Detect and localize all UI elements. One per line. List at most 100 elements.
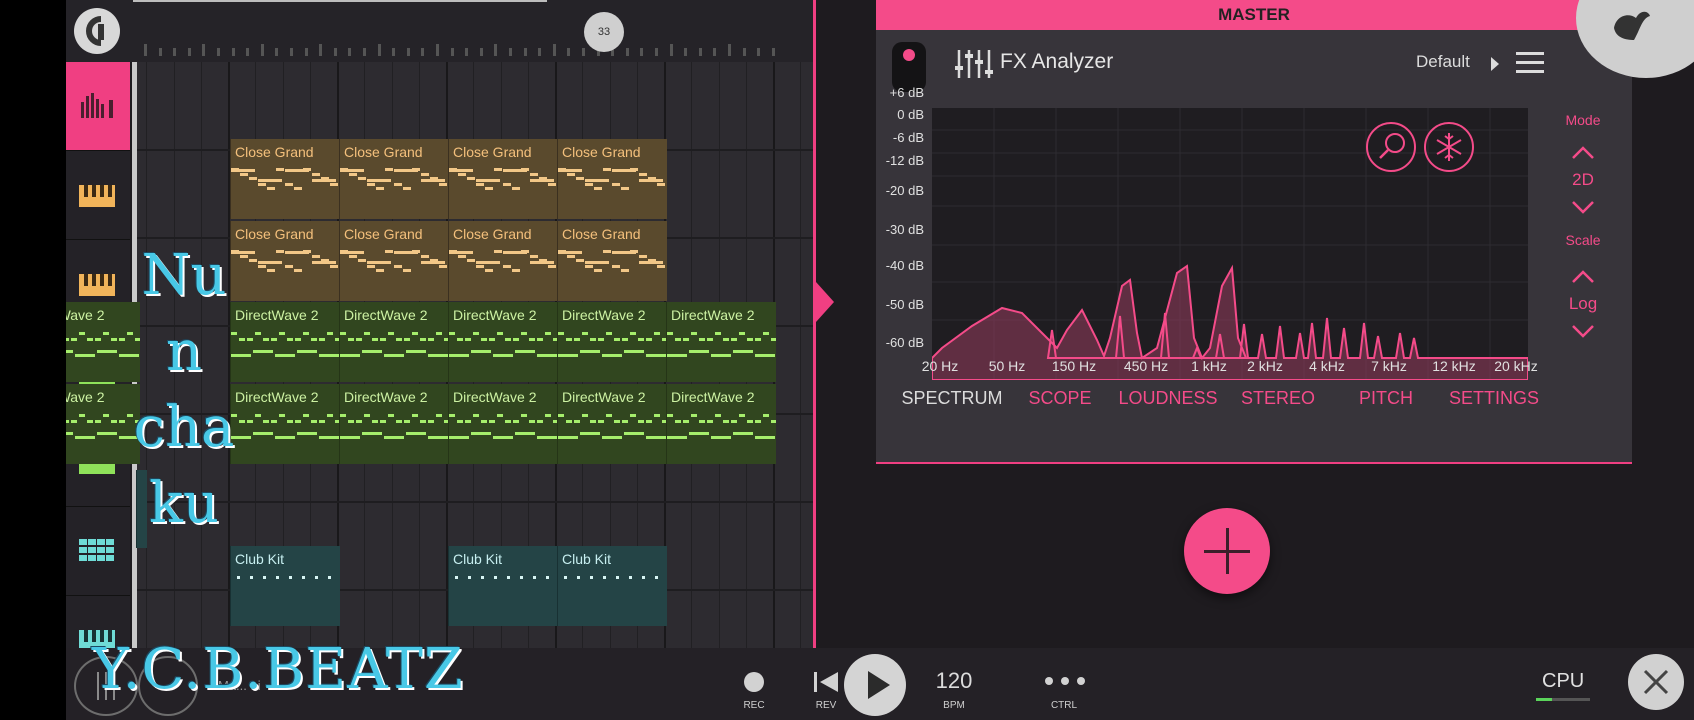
zoom-button[interactable] — [1366, 122, 1416, 172]
scale-value[interactable]: Log — [1548, 294, 1618, 314]
midi-note — [471, 432, 491, 435]
clip-label: Close Grand — [344, 144, 423, 160]
hz-tick-label: 2 kHz — [1247, 358, 1283, 374]
control-button[interactable]: CTRL — [1034, 648, 1094, 720]
mode-value[interactable]: 2D — [1548, 170, 1618, 190]
midi-note — [396, 338, 402, 341]
tab-settings[interactable]: SETTINGS — [1434, 388, 1554, 409]
clip-close-grand[interactable]: Close Grand — [339, 221, 449, 301]
midi-note — [739, 332, 745, 335]
tab-stereo[interactable]: STEREO — [1218, 388, 1338, 409]
midi-note — [646, 354, 666, 357]
tab-pitch[interactable]: PITCH — [1326, 388, 1446, 409]
midi-note — [340, 251, 364, 254]
clip-close-grand[interactable]: Close Grand — [339, 139, 449, 219]
midi-note — [621, 187, 629, 190]
clip-club-kit[interactable]: Club Kit — [448, 546, 558, 626]
midi-note — [512, 269, 520, 272]
scale-down-icon[interactable] — [1548, 318, 1618, 342]
midi-note — [349, 173, 357, 176]
midi-note — [285, 265, 293, 268]
hamburger-menu-icon[interactable] — [1516, 52, 1544, 74]
midi-note — [364, 414, 370, 417]
scale-up-icon[interactable] — [1548, 262, 1618, 286]
midi-note — [639, 261, 663, 264]
clip-close-grand[interactable]: Close Grand — [448, 221, 558, 301]
clip-directwave[interactable]: DirectWave 2 — [557, 302, 667, 382]
drum-hit — [494, 576, 497, 579]
midi-note — [707, 338, 713, 341]
midi-note — [598, 420, 604, 423]
clip-close-grand[interactable]: Close Grand — [557, 139, 667, 219]
add-effect-button[interactable] — [1184, 508, 1270, 594]
pane-collapse-arrow-icon[interactable] — [816, 282, 834, 322]
midi-note — [303, 332, 309, 335]
db-tick-label: -40 dB — [885, 258, 924, 273]
tab-loudness[interactable]: LOUDNESS — [1108, 388, 1228, 409]
midi-note — [602, 354, 622, 357]
midi-note — [312, 261, 336, 264]
midi-note — [689, 432, 709, 435]
midi-note — [576, 259, 584, 262]
clip-club-kit[interactable]: Club Kit — [230, 546, 340, 626]
play-button[interactable] — [844, 654, 906, 716]
fruit-logo-button[interactable] — [1576, 0, 1694, 78]
midi-note — [428, 338, 434, 341]
pane-divider[interactable] — [813, 0, 816, 648]
midi-note — [481, 420, 487, 423]
db-tick-label: -30 dB — [885, 222, 924, 237]
tab-spectrum[interactable]: SPECTRUM — [892, 388, 1012, 409]
midi-note — [312, 173, 320, 176]
clip-label: Club Kit — [235, 551, 285, 567]
record-button[interactable]: REC — [724, 648, 784, 720]
midi-note — [297, 432, 317, 435]
midi-note — [667, 436, 687, 439]
preset-next-icon[interactable] — [1491, 57, 1499, 71]
clip-club-kit[interactable]: Club Kit — [557, 546, 667, 626]
clip-directwave[interactable]: DirectWave 2 — [448, 302, 558, 382]
midi-note — [654, 332, 660, 335]
close-button[interactable] — [1628, 654, 1684, 710]
clip-label: Close Grand — [344, 226, 423, 242]
clip-close-grand[interactable]: Close Grand — [230, 139, 340, 219]
midi-note — [485, 269, 493, 272]
midi-note — [731, 420, 737, 423]
hz-tick-label: 150 Hz — [1051, 358, 1097, 374]
clip-directwave[interactable]: DirectWave 2 — [339, 302, 449, 382]
midi-note — [622, 420, 628, 423]
bpm-control[interactable]: BPM — [924, 648, 984, 720]
clip-directwave[interactable]: DirectWave 2 — [448, 384, 558, 464]
tab-scope[interactable]: SCOPE — [1000, 388, 1120, 409]
midi-note — [340, 169, 364, 172]
clip-close-grand[interactable]: Close Grand — [448, 139, 558, 219]
control-caption: CTRL — [1050, 700, 1078, 711]
master-channel-header[interactable]: MASTER — [876, 0, 1632, 30]
spectrum-graph[interactable] — [931, 108, 1529, 381]
midi-note — [421, 173, 429, 176]
freeze-button[interactable] — [1424, 122, 1474, 172]
midi-note — [340, 436, 360, 439]
midi-note — [624, 432, 644, 435]
mode-up-icon[interactable] — [1548, 138, 1618, 162]
midi-note — [657, 265, 665, 268]
midi-note — [295, 338, 301, 341]
clip-directwave[interactable]: DirectWave 2 — [666, 384, 776, 464]
midi-note — [412, 332, 418, 335]
preset-selector[interactable]: Default — [1416, 52, 1470, 72]
midi-note — [503, 169, 527, 172]
clip-close-grand[interactable]: Close Grand — [557, 221, 667, 301]
cpu-label[interactable]: CPU — [1542, 670, 1584, 693]
clip-directwave[interactable]: DirectWave 2 — [339, 384, 449, 464]
midi-note — [95, 338, 101, 341]
midi-note — [295, 420, 301, 423]
midi-note — [638, 338, 644, 341]
midi-note — [66, 338, 69, 341]
midi-note — [388, 332, 394, 335]
mode-down-icon[interactable] — [1548, 194, 1618, 218]
clip-directwave[interactable]: DirectWave 2 — [666, 302, 776, 382]
midi-note — [733, 432, 753, 435]
midi-note — [667, 332, 673, 335]
midi-note — [367, 183, 375, 186]
midi-note — [481, 338, 487, 341]
clip-directwave[interactable]: DirectWave 2 — [557, 384, 667, 464]
